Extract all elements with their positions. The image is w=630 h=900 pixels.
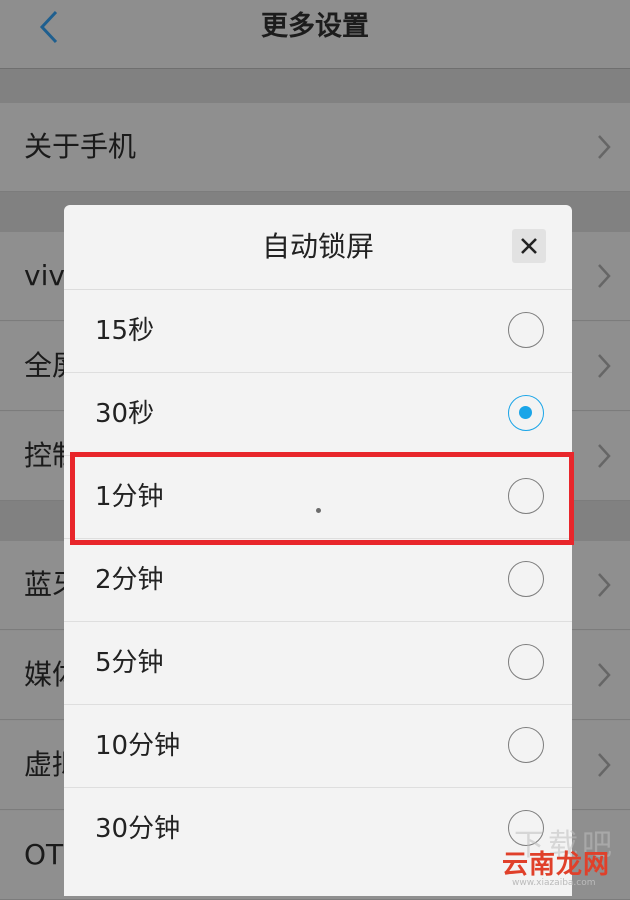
watermark-logo: 下载吧 云南龙网 www.xiazaiba.com [494, 820, 624, 890]
touch-dot [316, 508, 321, 513]
settings-row-label: 关于手机 [24, 130, 137, 163]
page-title: 更多设置 [261, 11, 369, 42]
dialog-header: 自动锁屏 [64, 205, 572, 290]
radio-button[interactable] [508, 727, 544, 763]
chevron-right-icon [598, 444, 611, 468]
chevron-right-icon [598, 573, 611, 597]
option-label: 15秒 [95, 316, 155, 346]
option-label: 5分钟 [95, 648, 164, 678]
chevron-right-icon [598, 663, 611, 687]
watermark-url: www.xiazaiba.com [512, 878, 596, 888]
option-5min[interactable]: 5分钟 [64, 622, 572, 705]
option-label: 1分钟 [95, 482, 164, 512]
chevron-right-icon [598, 135, 611, 159]
option-label: 30分钟 [95, 814, 181, 844]
radio-button[interactable] [508, 478, 544, 514]
close-icon [521, 238, 537, 254]
top-bar: 更多设置 [0, 0, 630, 69]
option-1min[interactable]: 1分钟 [64, 456, 572, 539]
option-label: 10分钟 [95, 731, 181, 761]
option-label: 2分钟 [95, 565, 164, 595]
settings-row-label: viv [24, 259, 65, 292]
dialog-title: 自动锁屏 [261, 230, 374, 263]
chevron-right-icon [598, 264, 611, 288]
chevron-right-icon [598, 354, 611, 378]
option-label: 30秒 [95, 399, 155, 429]
watermark-text: 云南龙网 [502, 850, 611, 880]
chevron-right-icon [598, 753, 611, 777]
radio-button[interactable] [508, 395, 544, 431]
close-button[interactable] [512, 229, 546, 263]
settings-row-about[interactable]: 关于手机 [0, 103, 630, 192]
auto-lock-dialog: 自动锁屏 15秒 30秒 1分钟 2分钟 5分钟 10分钟 30分钟 [64, 205, 572, 896]
radio-button[interactable] [508, 312, 544, 348]
group-gap [0, 69, 630, 103]
option-10min[interactable]: 10分钟 [64, 705, 572, 788]
radio-button[interactable] [508, 644, 544, 680]
option-2min[interactable]: 2分钟 [64, 539, 572, 622]
option-30s[interactable]: 30秒 [64, 373, 572, 456]
radio-button[interactable] [508, 561, 544, 597]
option-15s[interactable]: 15秒 [64, 290, 572, 373]
